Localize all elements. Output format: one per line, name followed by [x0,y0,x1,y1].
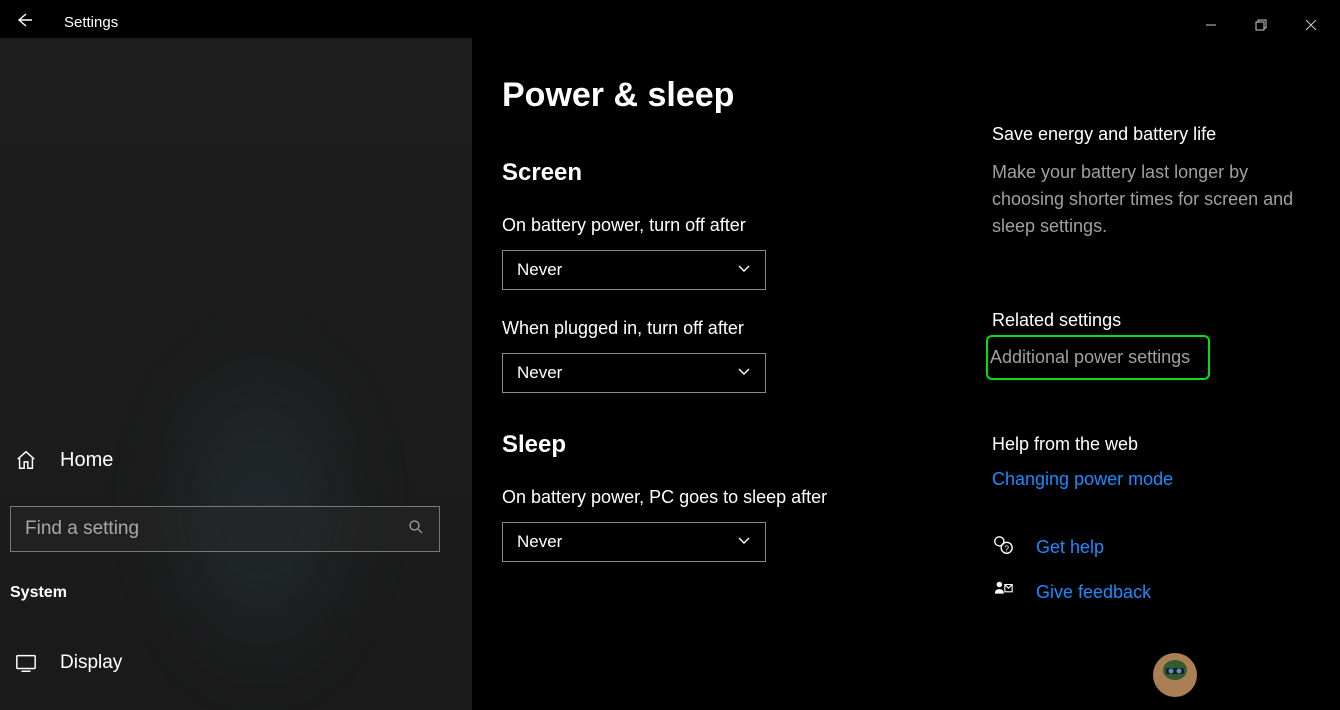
display-icon [14,651,38,675]
back-icon[interactable] [14,10,34,35]
feedback-icon [992,579,1014,606]
screen-heading: Screen [502,159,932,187]
screen-plugged-dropdown[interactable]: Never [502,353,766,393]
close-button[interactable] [1288,10,1334,40]
sidebar-item-label: Display [60,652,122,674]
chevron-down-icon [737,363,751,383]
sleep-battery-dropdown[interactable]: Never [502,522,766,562]
additional-power-link[interactable]: Additional power settings [990,347,1190,368]
dropdown-value: Never [517,260,562,280]
chevron-down-icon [737,260,751,280]
screen-battery-label: On battery power, turn off after [502,215,932,236]
search-input-container[interactable] [10,506,440,552]
maximize-button[interactable] [1238,10,1284,40]
home-icon [14,448,38,472]
get-help-link[interactable]: Get help [1036,537,1104,558]
energy-text: Make your battery last longer by choosin… [992,159,1310,240]
get-help-icon: ? [992,534,1014,561]
minimize-button[interactable] [1188,10,1234,40]
sidebar-item-display[interactable]: Display [10,642,462,684]
give-feedback-link[interactable]: Give feedback [1036,582,1151,603]
page-title: Power & sleep [502,76,932,115]
watermark-icon [1150,650,1200,700]
home-button[interactable]: Home [10,438,462,482]
help-heading: Help from the web [992,434,1310,455]
category-label: System [10,584,462,602]
dropdown-value: Never [517,532,562,552]
energy-heading: Save energy and battery life [992,124,1310,145]
sleep-heading: Sleep [502,431,932,459]
screen-plugged-label: When plugged in, turn off after [502,318,932,339]
screen-battery-dropdown[interactable]: Never [502,250,766,290]
related-heading: Related settings [992,310,1310,331]
dropdown-value: Never [517,363,562,383]
chevron-down-icon [737,532,751,552]
window-title: Settings [64,14,118,31]
home-label: Home [60,449,113,472]
search-icon [407,518,425,541]
search-input[interactable] [25,518,407,540]
svg-text:?: ? [1004,544,1009,553]
sleep-battery-label: On battery power, PC goes to sleep after [502,487,932,508]
changing-power-mode-link[interactable]: Changing power mode [992,469,1310,490]
